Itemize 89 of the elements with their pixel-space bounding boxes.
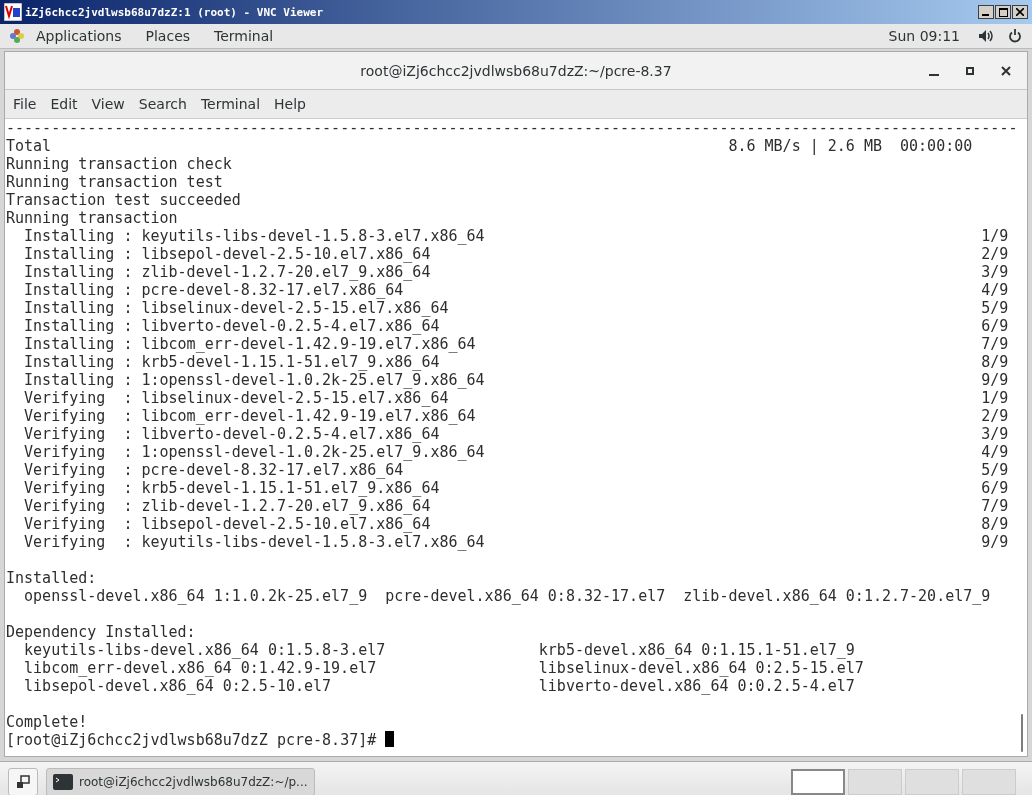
output-line: Running transaction test (6, 173, 223, 191)
menu-item[interactable]: View (86, 96, 134, 112)
show-desktop-button[interactable] (8, 767, 38, 795)
step-counter: 4/9 (981, 281, 1009, 299)
text-cursor (385, 731, 395, 747)
package-step: Verifying : krb5-devel-1.15.1-51.el7_9.x86_64 (24, 479, 440, 497)
window-title: iZj6chcc2jvdlwsb68u7dzZ:1 (root) - VNC Viewer (25, 5, 323, 19)
output-line: Running transaction check (6, 155, 232, 173)
step-counter: 5/9 (981, 299, 1009, 317)
step-counter: 4/9 (981, 443, 1009, 461)
package-name: libsepol-devel.x86_64 0:2.5-10.el7 (24, 677, 333, 695)
package-name: keyutils-libs-devel.x86_64 0:1.5.8-3.el7 (24, 641, 387, 659)
package-step: Verifying : keyutils-libs-devel-1.5.8-3.el7.x86_64 (24, 533, 485, 551)
package-name: libcom_err-devel.x86_64 0:1.42.9-19.el7 (24, 659, 378, 677)
shell-prompt: [root@iZj6chcc2jvdlwsb68u7dzZ pcre-8.37]# (6, 731, 377, 749)
minimize-icon (929, 74, 939, 76)
package-name: openssl-devel.x86_64 1:1.0.2k-25.el7_9 (24, 587, 368, 605)
close-button[interactable] (1012, 5, 1028, 19)
terminal-icon (53, 773, 73, 790)
package-name: pcre-devel.x86_64 0:8.32-17.el7 (385, 587, 666, 605)
workspace-switcher[interactable] (791, 768, 845, 795)
close-icon (1016, 8, 1024, 16)
step-counter: 5/9 (981, 461, 1009, 479)
package-step: Installing : zlib-devel-1.2.7-20.el7_9.x86_64 (24, 263, 431, 281)
menu-item[interactable]: Terminal (195, 96, 270, 112)
package-step: Installing : krb5-devel-1.15.1-51.el7_9.x86_64 (24, 353, 440, 371)
workspace-switcher[interactable] (905, 768, 959, 795)
step-counter: 7/9 (981, 335, 1009, 353)
transfer-stats: 8.6 MB/s | 2.6 MB 00:00:00 (728, 137, 973, 155)
package-step: Verifying : libsepol-devel-2.5-10.el7.x86_64 (24, 515, 431, 533)
package-step: Installing : 1:openssl-devel-1.0.2k-25.el7_9.x86_64 (24, 371, 485, 389)
step-counter: 1/9 (981, 389, 1009, 407)
output-line: Transaction test succeeded (6, 191, 241, 209)
minimize-button[interactable] (978, 5, 994, 19)
package-step: Installing : libselinux-devel-2.5-15.el7.x86_64 (24, 299, 449, 317)
maximize-button[interactable] (995, 5, 1011, 19)
output-line: Dependency Installed: (6, 623, 196, 641)
menu-item[interactable]: File (8, 96, 46, 112)
step-counter: 2/9 (981, 407, 1009, 425)
package-name: krb5-devel.x86_64 0:1.15.1-51.el7_9 (538, 641, 855, 659)
close-icon (1001, 66, 1011, 76)
output-line: Complete! (6, 713, 88, 731)
package-step: Verifying : zlib-devel-1.2.7-20.el7_9.x86_64 (24, 497, 431, 515)
menu-item[interactable]: Help (269, 96, 315, 112)
output-line: ---------------------------------------------------------------------------------------------------------------- (6, 119, 1018, 137)
step-counter: 8/9 (981, 515, 1009, 533)
step-counter: 6/9 (981, 317, 1009, 335)
package-step: Installing : libcom_err-devel-1.42.9-19.el7.x86_64 (24, 335, 476, 353)
task-button[interactable]: root@iZj6chcc2jvdlwsb68u7dzZ:~/p... (46, 767, 315, 795)
package-step: Verifying : 1:openssl-devel-1.0.2k-25.el7_9.x86_64 (24, 443, 485, 461)
top-menu[interactable]: Places (133, 28, 203, 44)
step-counter: 9/9 (981, 533, 1009, 551)
package-step: Verifying : pcre-devel-8.32-17.el7.x86_64 (24, 461, 404, 479)
vnc-logo-icon (4, 3, 22, 21)
workspace-switcher[interactable] (848, 768, 902, 795)
power-icon[interactable] (1008, 29, 1022, 43)
top-menu[interactable]: Applications (24, 28, 134, 44)
output-line: Installed: (6, 569, 97, 587)
step-counter: 3/9 (981, 425, 1009, 443)
maximize-icon (966, 67, 974, 75)
step-counter: 9/9 (981, 371, 1009, 389)
package-step: Installing : libsepol-devel-2.5-10.el7.x86_64 (24, 245, 431, 263)
workspace-switcher[interactable] (962, 768, 1016, 795)
package-name: zlib-devel.x86_64 0:1.2.7-20.el7_9 (683, 587, 991, 605)
package-step: Installing : libverto-devel-0.2.5-4.el7.x86_64 (24, 317, 440, 335)
volume-icon[interactable] (978, 29, 994, 43)
maximize-icon (998, 7, 1008, 17)
package-step: Verifying : libselinux-devel-2.5-15.el7.x86_64 (24, 389, 449, 407)
package-step: Verifying : libcom_err-devel-1.42.9-19.el7.x86_64 (24, 407, 476, 425)
menu-item[interactable]: Search (133, 96, 196, 112)
package-step: Verifying : libverto-devel-0.2.5-4.el7.x86_64 (24, 425, 440, 443)
step-counter: 1/9 (981, 227, 1009, 245)
top-menu[interactable]: Terminal (202, 28, 286, 44)
apps-icon (10, 29, 24, 43)
step-counter: 6/9 (981, 479, 1009, 497)
clock[interactable]: Sun 09:11 (888, 28, 960, 44)
output-line: Total (6, 137, 52, 155)
menu-item[interactable]: Edit (45, 96, 87, 112)
step-counter: 3/9 (981, 263, 1009, 281)
package-name: libselinux-devel.x86_64 0:2.5-15.el7 (538, 659, 864, 677)
output-line: Running transaction (6, 209, 178, 227)
package-step: Installing : pcre-devel-8.32-17.el7.x86_64 (24, 281, 404, 299)
terminal-title: root@iZj6chcc2jvdlwsb68u7dzZ:~/pcre-8.37 (360, 62, 672, 79)
package-step: Installing : keyutils-libs-devel-1.5.8-3.el7.x86_64 (24, 227, 485, 245)
package-name: libverto-devel.x86_64 0:0.2.5-4.el7 (538, 677, 855, 695)
windows-icon (16, 774, 30, 789)
step-counter: 2/9 (981, 245, 1009, 263)
step-counter: 8/9 (981, 353, 1009, 371)
step-counter: 7/9 (981, 497, 1009, 515)
